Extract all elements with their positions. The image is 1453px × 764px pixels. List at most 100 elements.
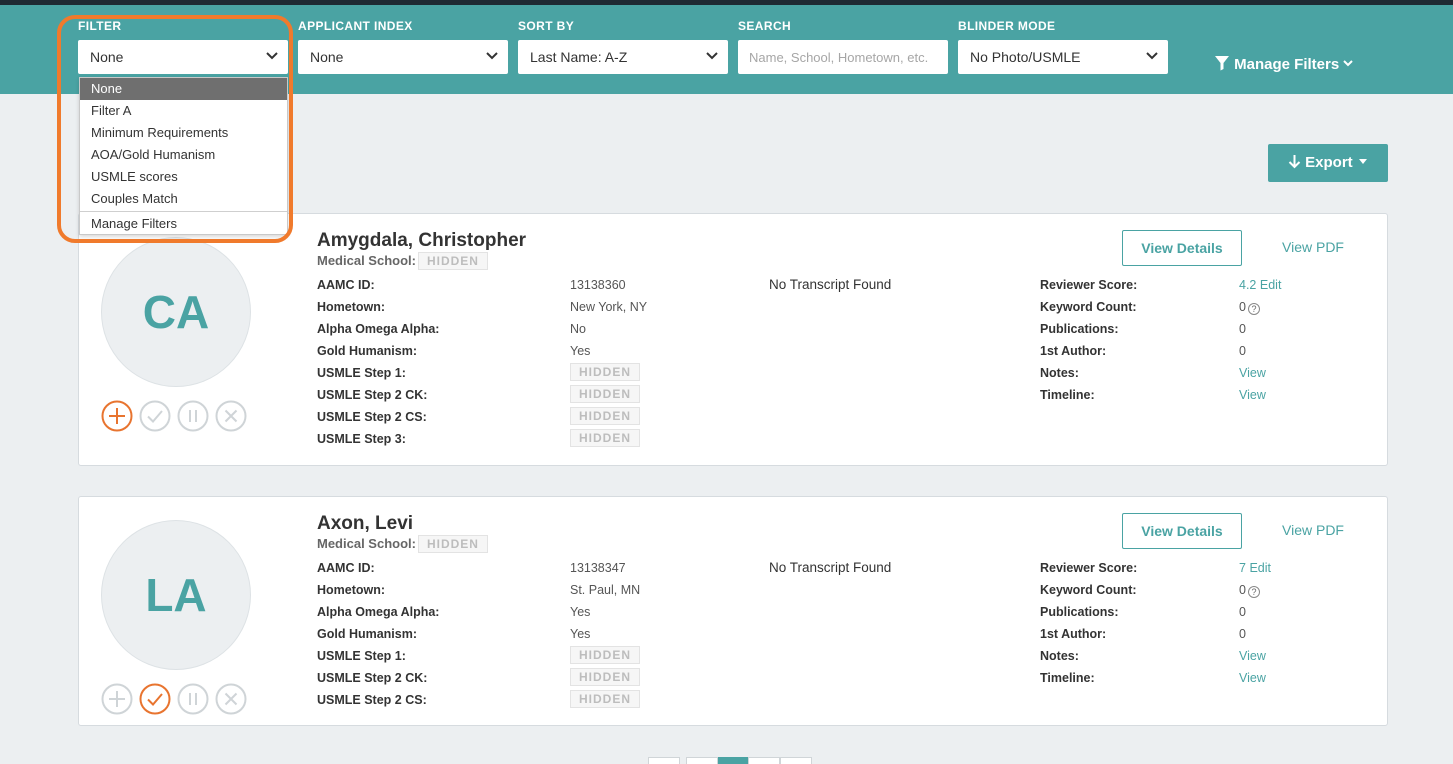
usmle-step2ck-label: USMLE Step 2 CK:: [317, 388, 428, 402]
filter-option-aoa-gold-humanism[interactable]: AOA/Gold Humanism: [80, 144, 287, 166]
hometown-label: Hometown:: [317, 300, 386, 314]
timeline-view-link[interactable]: View: [1239, 671, 1266, 685]
first-author-value: 0: [1239, 627, 1246, 641]
usmle-step3-value: HIDDEN: [570, 429, 641, 447]
medical-school-label: Medical School:: [317, 253, 416, 268]
view-pdf-link[interactable]: View PDF: [1282, 239, 1344, 255]
reviewer-score: 4.2: [1239, 278, 1257, 292]
notes-view-link[interactable]: View: [1239, 366, 1266, 380]
publications-label: Publications:: [1040, 605, 1119, 619]
hidden-badge: HIDDEN: [417, 252, 488, 270]
add-icon[interactable]: [101, 683, 133, 715]
transcript-status: No Transcript Found: [769, 560, 892, 575]
first-author-value: 0: [1239, 344, 1246, 358]
hidden-badge: HIDDEN: [570, 385, 641, 403]
usmle-step2cs-label: USMLE Step 2 CS:: [317, 693, 427, 707]
search-input[interactable]: [738, 40, 948, 74]
gold-humanism-value: Yes: [570, 344, 591, 358]
applicant-card: LA Axon, Levi Medical School: HIDDEN AAMC…: [78, 496, 1388, 726]
edit-score-link[interactable]: Edit: [1249, 561, 1271, 575]
pause-icon[interactable]: [177, 400, 209, 432]
reviewer-score-value: 4.2 Edit: [1239, 278, 1281, 292]
pagination-page[interactable]: [686, 757, 718, 764]
hometown-value: St. Paul, MN: [570, 583, 641, 597]
filter-option-none[interactable]: None: [80, 78, 287, 100]
pagination-page[interactable]: [748, 757, 780, 764]
filter-option-usmle-scores[interactable]: USMLE scores: [80, 166, 287, 188]
sort-by-value: Last Name: A-Z: [530, 49, 628, 65]
pagination-next[interactable]: [780, 757, 812, 764]
reviewer-score-value: 7 Edit: [1239, 561, 1271, 575]
timeline-view-link[interactable]: View: [1239, 388, 1266, 402]
filter-select[interactable]: None: [78, 40, 288, 74]
keyword-count: 0: [1239, 583, 1246, 597]
view-details-button[interactable]: View Details: [1122, 230, 1242, 266]
view-pdf-link[interactable]: View PDF: [1282, 522, 1344, 538]
close-icon[interactable]: [215, 683, 247, 715]
notes-view-link[interactable]: View: [1239, 649, 1266, 663]
keyword-count-label: Keyword Count:: [1040, 583, 1137, 597]
usmle-step1-value: HIDDEN: [570, 646, 641, 664]
check-icon[interactable]: [139, 400, 171, 432]
hidden-badge: HIDDEN: [570, 363, 641, 381]
view-details-button[interactable]: View Details: [1122, 513, 1242, 549]
avatar: CA: [101, 237, 251, 387]
manage-filters-button[interactable]: Manage Filters: [1214, 55, 1354, 73]
filter-dropdown-menu: None Filter A Minimum Requirements AOA/G…: [79, 77, 288, 235]
chevron-down-icon: [486, 52, 498, 60]
applicant-card: CA Amygdala, Christopher Medical School:…: [78, 213, 1388, 466]
aamc-id-label: AAMC ID:: [317, 278, 375, 292]
filter-label: FILTER: [78, 19, 122, 33]
sort-by-select[interactable]: Last Name: A-Z: [518, 40, 728, 74]
usmle-step2cs-value: HIDDEN: [570, 407, 641, 425]
publications-value: 0: [1239, 322, 1246, 336]
applicant-index-label: APPLICANT INDEX: [298, 19, 413, 33]
export-button[interactable]: Export: [1268, 144, 1388, 182]
medical-school-label: Medical School:: [317, 536, 416, 551]
aoa-value: Yes: [570, 605, 591, 619]
blinder-mode-select[interactable]: No Photo/USMLE: [958, 40, 1168, 74]
keyword-count: 0: [1239, 300, 1246, 314]
sort-by-label: SORT BY: [518, 19, 575, 33]
filter-option-manage-filters[interactable]: Manage Filters: [80, 213, 287, 235]
timeline-label: Timeline:: [1040, 388, 1095, 402]
close-icon[interactable]: [215, 400, 247, 432]
filter-option-couples-match[interactable]: Couples Match: [80, 188, 287, 210]
help-icon[interactable]: ?: [1247, 303, 1260, 315]
keyword-count-value: 0?: [1239, 583, 1260, 598]
hidden-badge: HIDDEN: [417, 535, 488, 553]
add-icon[interactable]: [101, 400, 133, 432]
hidden-badge: HIDDEN: [570, 690, 641, 708]
chevron-down-icon: [1146, 52, 1158, 60]
timeline-label: Timeline:: [1040, 671, 1095, 685]
filter-option-minimum-requirements[interactable]: Minimum Requirements: [80, 122, 287, 144]
aamc-id-label: AAMC ID:: [317, 561, 375, 575]
applicant-index-select[interactable]: None: [298, 40, 508, 74]
aoa-value: No: [570, 322, 586, 336]
applicant-name[interactable]: Amygdala, Christopher: [317, 230, 526, 252]
help-icon[interactable]: ?: [1247, 586, 1260, 598]
search-label: SEARCH: [738, 19, 792, 33]
edit-score-link[interactable]: Edit: [1260, 278, 1282, 292]
filter-option-filter-a[interactable]: Filter A: [80, 100, 287, 122]
applicant-index-value: None: [310, 49, 344, 65]
check-icon[interactable]: [139, 683, 171, 715]
pagination-prev[interactable]: [648, 757, 680, 764]
chevron-down-icon: [1343, 60, 1354, 67]
reviewer-score-label: Reviewer Score:: [1040, 561, 1138, 575]
aoa-label: Alpha Omega Alpha:: [317, 322, 440, 336]
medical-school: Medical School: HIDDEN: [317, 535, 488, 553]
usmle-step2ck-label: USMLE Step 2 CK:: [317, 671, 428, 685]
pagination-page-active[interactable]: [718, 757, 750, 764]
usmle-step1-label: USMLE Step 1:: [317, 649, 406, 663]
reviewer-score: 7: [1239, 561, 1246, 575]
keyword-count-label: Keyword Count:: [1040, 300, 1137, 314]
reviewer-score-label: Reviewer Score:: [1040, 278, 1138, 292]
transcript-status: No Transcript Found: [769, 277, 892, 292]
usmle-step1-value: HIDDEN: [570, 363, 641, 381]
applicant-name[interactable]: Axon, Levi: [317, 513, 413, 535]
gold-humanism-label: Gold Humanism:: [317, 627, 418, 641]
notes-label: Notes:: [1040, 649, 1079, 663]
pause-icon[interactable]: [177, 683, 209, 715]
keyword-count-value: 0?: [1239, 300, 1260, 315]
